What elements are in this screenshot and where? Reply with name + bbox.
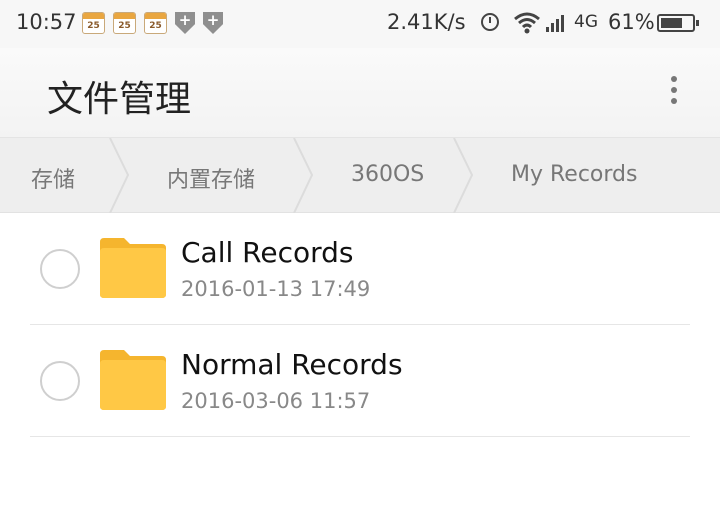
status-bar: 10:57 25 25 25 2.41K/s 4G 61% <box>0 0 720 48</box>
file-name: Call Records <box>181 236 354 269</box>
page-title: 文件管理 <box>47 79 192 120</box>
shield-icon <box>175 12 195 34</box>
battery-percent: 61% <box>608 10 655 34</box>
breadcrumb-item-360os[interactable]: 360OS <box>351 162 424 187</box>
alarm-icon <box>481 13 499 31</box>
file-name: Normal Records <box>181 348 403 381</box>
chevron-right-icon <box>109 138 130 213</box>
select-checkbox[interactable] <box>40 361 80 401</box>
breadcrumb-item-internal-storage[interactable]: 内置存储 <box>167 162 255 194</box>
signal-icon <box>546 14 564 32</box>
list-item[interactable]: Normal Records 2016-03-06 11:57 <box>0 325 720 437</box>
more-options-icon[interactable] <box>664 74 684 110</box>
chevron-right-icon <box>453 138 474 213</box>
divider <box>30 436 690 437</box>
calendar-icon: 25 <box>82 12 105 34</box>
chevron-right-icon <box>293 138 314 213</box>
calendar-icon: 25 <box>113 12 136 34</box>
breadcrumb-item-my-records[interactable]: My Records <box>511 162 637 187</box>
shield-icon <box>203 12 223 34</box>
network-type: 4G <box>574 12 598 32</box>
notification-icons: 25 25 25 <box>82 12 223 34</box>
file-date: 2016-03-06 11:57 <box>181 389 371 413</box>
battery-icon <box>657 14 699 32</box>
list-item[interactable]: Call Records 2016-01-13 17:49 <box>0 213 720 325</box>
status-time: 10:57 <box>16 10 77 34</box>
app-bar: 文件管理 <box>0 48 720 138</box>
breadcrumb-item-storage[interactable]: 存储 <box>31 162 75 194</box>
breadcrumb: 存储 内置存储 360OS My Records <box>0 138 720 213</box>
folder-icon <box>100 350 166 410</box>
wifi-icon <box>514 12 540 34</box>
folder-icon <box>100 238 166 298</box>
file-date: 2016-01-13 17:49 <box>181 277 371 301</box>
select-checkbox[interactable] <box>40 249 80 289</box>
network-speed: 2.41K/s <box>387 10 466 34</box>
calendar-icon: 25 <box>144 12 167 34</box>
